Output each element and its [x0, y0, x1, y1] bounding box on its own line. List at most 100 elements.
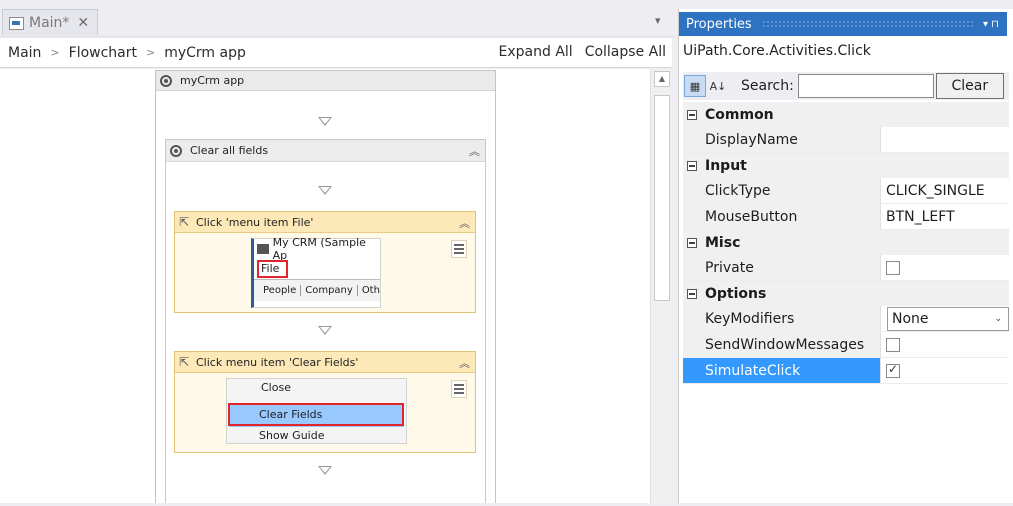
property-row-keymodifiers[interactable]: KeyModifiers None ⌄ [683, 306, 1009, 332]
sequence-clear-all-fields[interactable]: Clear all fields ︽ ⇱ Click 'menu item Fi… [165, 139, 486, 506]
property-value [881, 255, 1009, 280]
collapse-box-icon[interactable] [687, 160, 697, 171]
collapse-box-icon[interactable] [687, 237, 697, 248]
workflow-file-icon [9, 16, 24, 30]
screenshot-tab: People [254, 285, 302, 296]
sequence-title: myCrm app [180, 74, 245, 87]
property-name: DisplayName [683, 127, 881, 152]
property-row-mousebutton[interactable]: MouseButton BTN_LEFT [683, 204, 1009, 230]
title-grip [761, 20, 973, 28]
category-label: Options [705, 285, 767, 302]
property-row-displayname[interactable]: DisplayName [683, 127, 1009, 153]
printer-icon [257, 244, 269, 254]
collapse-box-icon[interactable] [687, 288, 697, 299]
select-value: None [892, 311, 929, 327]
activity-click-file[interactable]: ⇱ Click 'menu item File' ︽ My CRM (Sampl… [174, 211, 476, 313]
property-row-sendwindowmessages[interactable]: SendWindowMessages [683, 332, 1009, 358]
property-row-private[interactable]: Private [683, 255, 1009, 281]
designer-scrollbar[interactable]: ▲ [650, 69, 672, 506]
activity-click-clear-fields[interactable]: ⇱ Click menu item 'Clear Fields' ︽ Close… [174, 351, 476, 453]
property-row-simulateclick[interactable]: SimulateClick [683, 358, 1009, 384]
chevron-down-icon[interactable]: ⌄ [994, 314, 1002, 324]
category-options[interactable]: Options [683, 281, 1009, 306]
drop-target-arrow-icon[interactable] [318, 186, 332, 195]
property-name: MouseButton [683, 204, 881, 229]
simulateclick-checkbox[interactable] [886, 362, 900, 378]
pin-dropdown-icon[interactable]: ▾ ⊓ [983, 19, 999, 30]
collapse-chevron-icon[interactable]: ︽ [459, 215, 470, 231]
property-name: KeyModifiers [683, 306, 881, 331]
tab-list-dropdown-icon[interactable]: ▾ [655, 14, 669, 28]
tab-main-label: Main* [29, 15, 70, 31]
screenshot-tab: Company [301, 285, 358, 296]
property-value: None ⌄ [881, 306, 1009, 331]
activity-menu-icon[interactable] [451, 240, 467, 258]
keymodifiers-select[interactable]: None ⌄ [887, 307, 1009, 331]
search-input[interactable] [797, 74, 934, 98]
screenshot-menu-item: Close [261, 381, 291, 394]
selected-element-highlight [228, 403, 404, 426]
properties-toolbar: ▦ A↓ Search: Clear [683, 72, 1009, 100]
close-icon[interactable]: ✕ [77, 15, 89, 31]
expand-all-button[interactable]: Expand All [499, 44, 573, 60]
sequence-icon [160, 74, 172, 87]
property-grid: Common DisplayName Input ClickType CLICK_… [683, 102, 1009, 384]
screenshot-app-title-row: My CRM (Sample Ap [254, 236, 380, 262]
activity-menu-icon[interactable] [451, 380, 467, 398]
breadcrumb-separator-icon: > [146, 46, 156, 59]
tab-main[interactable]: Main* ✕ [2, 9, 98, 36]
property-value [881, 358, 1009, 383]
collapse-chevron-icon[interactable]: ︽ [469, 143, 480, 159]
breadcrumb-bar: Main > Flowchart > myCrm app Expand All … [0, 38, 672, 68]
sendwindowmessages-checkbox[interactable] [886, 337, 900, 352]
screenshot-app-title: My CRM (Sample Ap [272, 236, 366, 262]
clear-button[interactable]: Clear [935, 73, 1004, 99]
category-label: Common [705, 106, 774, 123]
collapse-chevron-icon[interactable]: ︽ [459, 355, 470, 371]
screenshot-menu-item: Show Guide [259, 429, 325, 442]
drop-target-arrow-icon[interactable] [318, 466, 332, 475]
breadcrumb-item-flowchart[interactable]: Flowchart [69, 45, 137, 61]
property-value[interactable] [881, 127, 1009, 152]
properties-panel: Properties ▾ ⊓ UiPath.Core.Activities.Cl… [678, 9, 1013, 506]
activity-title: Click menu item 'Clear Fields' [196, 355, 359, 369]
property-name: SendWindowMessages [683, 332, 881, 357]
category-label: Misc [705, 234, 741, 251]
categorized-view-icon[interactable]: ▦ [684, 75, 706, 97]
screenshot-tabs: People Company Oth [254, 279, 380, 301]
activity-header[interactable]: ⇱ Click 'menu item File' ︽ [175, 212, 475, 233]
category-common[interactable]: Common [683, 102, 1009, 127]
property-name: SimulateClick [683, 358, 881, 383]
workflow-designer: Main* ✕ ▾ Main > Flowchart > myCrm app E… [0, 0, 675, 506]
alphabetical-sort-icon[interactable]: A↓ [707, 75, 729, 97]
breadcrumb-item-mycrm[interactable]: myCrm app [164, 45, 246, 61]
private-checkbox[interactable] [886, 260, 900, 275]
category-input[interactable]: Input [683, 153, 1009, 178]
breadcrumb-item-main[interactable]: Main [8, 45, 41, 61]
properties-title-bar: Properties ▾ ⊓ [679, 12, 1007, 36]
selected-element-highlight [257, 260, 288, 278]
properties-title: Properties [686, 16, 752, 32]
activity-title: Click 'menu item File' [196, 215, 314, 229]
property-row-clicktype[interactable]: ClickType CLICK_SINGLE [683, 178, 1009, 204]
activity-header[interactable]: ⇱ Click menu item 'Clear Fields' ︽ [175, 352, 475, 373]
property-name: ClickType [683, 178, 881, 203]
search-label: Search: [741, 78, 794, 94]
sequence-mycrm-app[interactable]: myCrm app Clear all fields ︽ ⇱ Click 'me… [155, 70, 496, 506]
scrollbar-thumb[interactable] [654, 95, 670, 301]
sequence-header[interactable]: myCrm app [156, 71, 495, 91]
activity-type-name: UiPath.Core.Activities.Click [683, 43, 871, 59]
collapse-box-icon[interactable] [687, 109, 697, 120]
element-screenshot: Close Clear Fields Show Guide [226, 378, 407, 444]
property-value[interactable]: CLICK_SINGLE [881, 178, 1009, 203]
collapse-all-button[interactable]: Collapse All [585, 44, 666, 60]
ui-root: Main* ✕ ▾ Main > Flowchart > myCrm app E… [0, 0, 1013, 506]
breadcrumb-separator-icon: > [50, 46, 60, 59]
property-value[interactable]: BTN_LEFT [881, 204, 1009, 229]
scroll-up-icon[interactable]: ▲ [654, 71, 670, 87]
drop-target-arrow-icon[interactable] [318, 117, 332, 126]
category-misc[interactable]: Misc [683, 230, 1009, 255]
click-cursor-icon: ⇱ [179, 355, 190, 369]
inner-sequence-header[interactable]: Clear all fields ︽ [166, 140, 485, 162]
drop-target-arrow-icon[interactable] [318, 326, 332, 335]
